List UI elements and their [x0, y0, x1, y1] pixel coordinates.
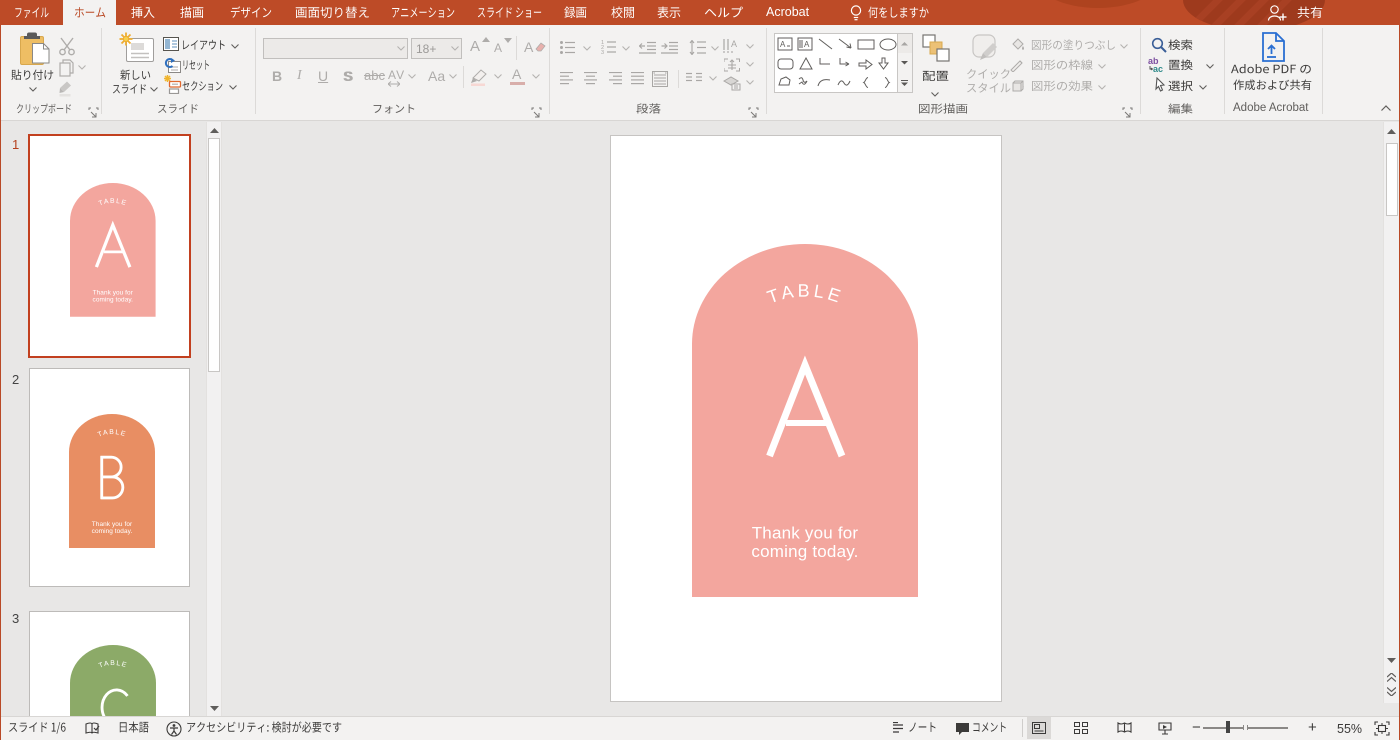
svg-text:coming today.: coming today. [751, 542, 858, 561]
svg-text:Thank you for: Thank you for [752, 524, 859, 543]
svg-text:ac: ac [1153, 64, 1163, 73]
svg-text:A: A [804, 40, 810, 49]
svg-text:3: 3 [601, 50, 604, 54]
svg-text:Thank you for: Thank you for [92, 521, 133, 528]
svg-text:Thank you for: Thank you for [93, 290, 134, 297]
svg-text:coming today.: coming today. [93, 296, 134, 303]
svg-text:A: A [780, 40, 786, 49]
svg-text:A: A [731, 39, 737, 49]
svg-text:coming today.: coming today. [92, 528, 133, 535]
